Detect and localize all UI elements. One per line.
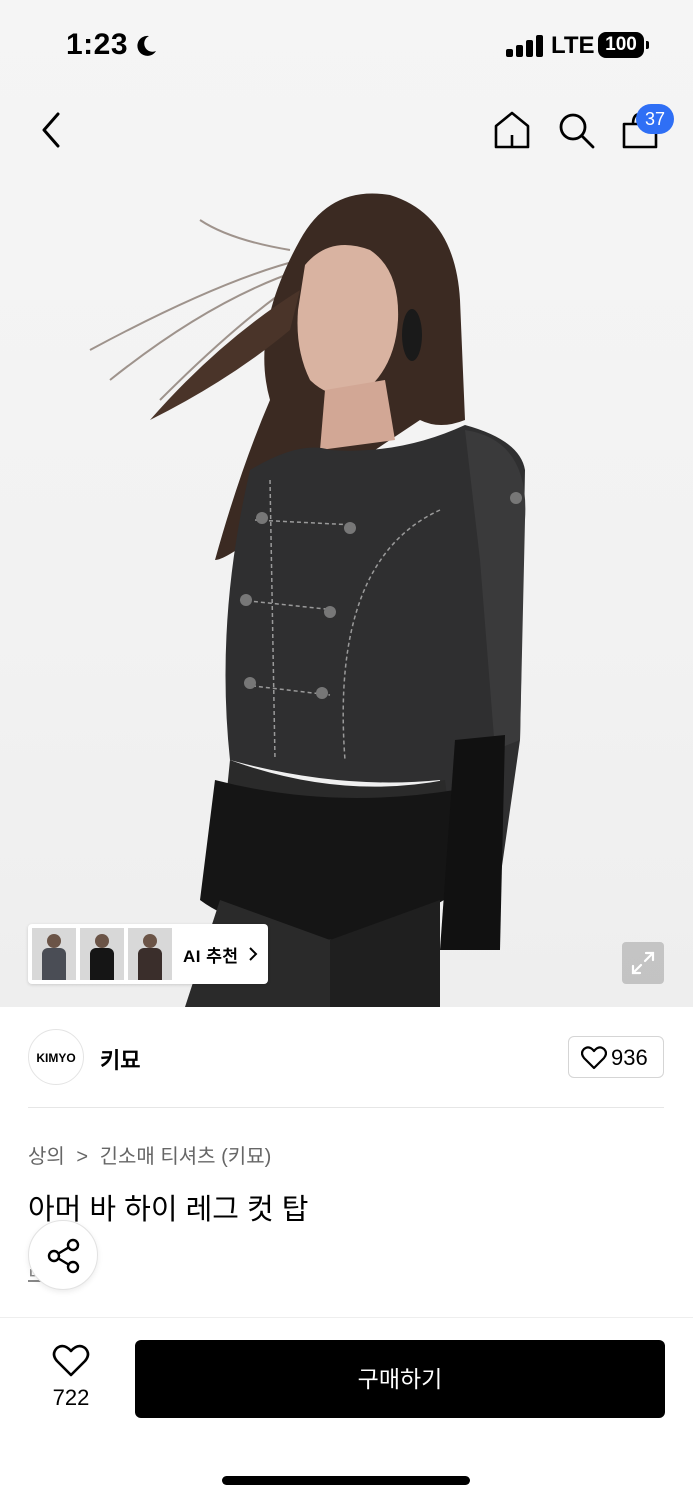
ai-recommend-label: AI 추천 — [183, 947, 239, 966]
brand-like-button[interactable]: 936 — [568, 1036, 664, 1078]
ai-thumbnail[interactable] — [128, 928, 172, 980]
network-type: LTE — [551, 32, 595, 59]
divider — [28, 1107, 664, 1108]
brand-name[interactable]: 키묘 — [100, 1043, 140, 1075]
bottom-divider — [0, 1317, 693, 1318]
breadcrumb: 상의 > 긴소매 티셔츠 (키묘) — [28, 1140, 271, 1169]
buy-button[interactable]: 구매하기 — [135, 1340, 665, 1418]
home-indicator — [222, 1476, 470, 1485]
expand-icon — [631, 951, 655, 975]
battery-icon: 100 — [598, 32, 644, 58]
chevron-right-icon — [249, 947, 258, 961]
wish-heart-icon[interactable] — [52, 1344, 90, 1378]
chevron-right-icon: > — [76, 1146, 89, 1168]
signal-icon — [506, 35, 544, 57]
status-time: 1:23 — [66, 28, 129, 61]
cart-count-badge: 37 — [636, 104, 674, 134]
breadcrumb-subcategory[interactable]: 긴소매 티셔츠 (키묘) — [100, 1146, 272, 1168]
ai-thumbnail[interactable] — [32, 928, 76, 980]
moon-icon — [137, 35, 156, 56]
back-icon[interactable] — [30, 106, 72, 154]
brand-logo[interactable]: KIMYO — [28, 1029, 84, 1085]
expand-image-button[interactable] — [622, 942, 664, 984]
home-icon[interactable] — [490, 108, 534, 152]
status-bar: 1:23 LTE 100 — [0, 0, 693, 92]
wish-count: 722 — [52, 1385, 90, 1410]
ai-thumbnail[interactable] — [80, 928, 124, 980]
share-icon — [47, 1238, 80, 1274]
brand-like-count: 936 — [611, 1045, 648, 1070]
heart-icon — [581, 1046, 607, 1070]
battery-tip — [646, 41, 649, 49]
breadcrumb-category[interactable]: 상의 — [28, 1146, 65, 1168]
ai-recommend-strip[interactable]: AI 추천 — [28, 924, 268, 984]
share-button[interactable] — [28, 1220, 98, 1290]
search-icon[interactable] — [554, 108, 598, 152]
